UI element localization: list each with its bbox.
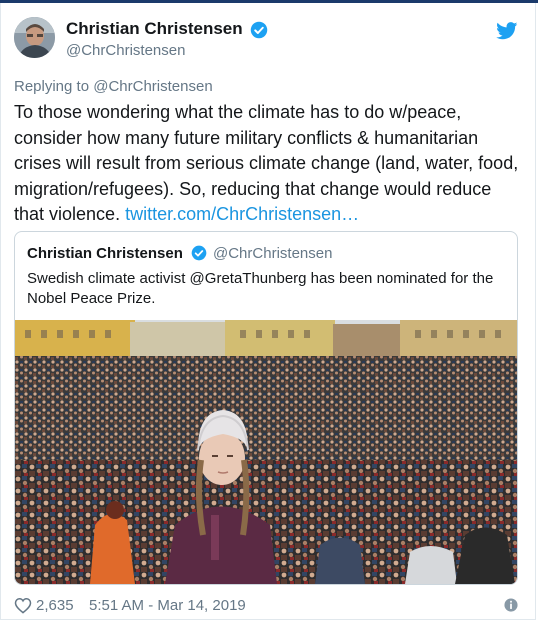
author-name[interactable]: Christian Christensen [66, 19, 243, 39]
avatar[interactable] [14, 17, 55, 58]
quoted-tweet-photo[interactable] [15, 320, 517, 584]
info-icon[interactable] [504, 598, 518, 612]
tweet-footer: 2,635 5:51 AM - Mar 14, 2019 [14, 596, 522, 616]
verified-badge-icon [250, 21, 268, 39]
quoted-tweet-text: Swedish climate activist @GretaThunberg … [27, 270, 494, 307]
tweet-timestamp[interactable]: 5:51 AM - Mar 14, 2019 [89, 597, 246, 614]
heart-icon[interactable] [14, 597, 32, 614]
tweet-text: To those wondering what the climate has … [14, 100, 522, 228]
author-handle[interactable]: @ChrChristensen [66, 42, 185, 59]
replying-to-line: Replying to @ChrChristensen [14, 78, 213, 95]
quoted-tweet[interactable]: Christian Christensen @ChrChristensen Sw… [14, 231, 518, 585]
twitter-bird-icon[interactable] [496, 22, 518, 40]
quoted-author-handle: @ChrChristensen [213, 245, 333, 262]
quoted-author-name: Christian Christensen [27, 245, 183, 262]
verified-badge-icon [191, 245, 207, 261]
reply-handle-link[interactable]: @ChrChristensen [93, 78, 212, 95]
reply-prefix: Replying to [14, 78, 94, 95]
tweet-link[interactable]: twitter.com/ChrChristensen… [125, 204, 359, 224]
like-count[interactable]: 2,635 [36, 597, 74, 614]
